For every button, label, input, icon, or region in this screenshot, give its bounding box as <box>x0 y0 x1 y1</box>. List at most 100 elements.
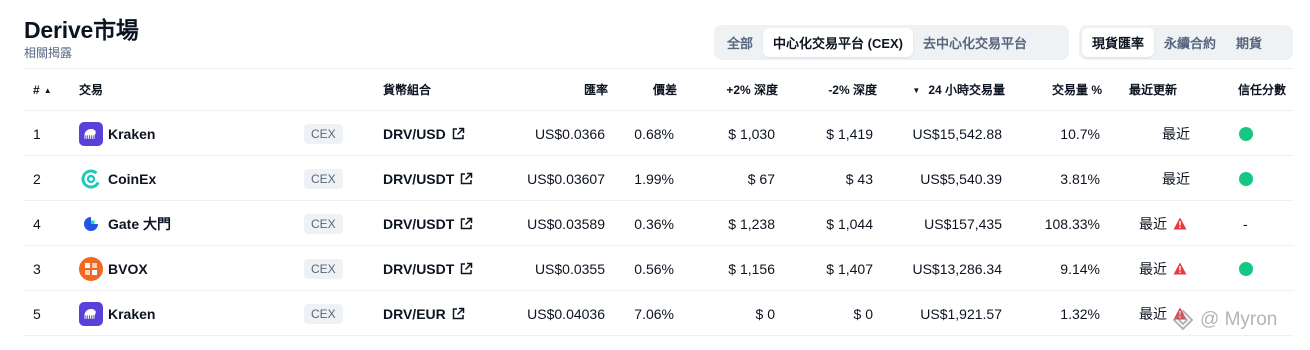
exchange-cell[interactable]: Gate 大門 <box>79 201 171 246</box>
spread-cell: 7.06% <box>634 305 674 322</box>
exchange-cell[interactable]: Kraken <box>79 111 155 156</box>
updated-cell: 最近 <box>1162 125 1190 142</box>
trust-score <box>1239 246 1253 291</box>
pair-link[interactable]: DRV/EUR <box>383 291 465 336</box>
coinex-logo-icon <box>79 167 103 191</box>
pair-link[interactable]: DRV/USDT <box>383 246 473 291</box>
trust-score: - <box>1243 201 1248 246</box>
external-link-icon <box>459 262 473 276</box>
tab-perpetual[interactable]: 永續合約 <box>1154 28 1226 57</box>
col-depth-minus-header[interactable]: -2% 深度 <box>800 82 877 98</box>
external-link-icon <box>451 307 465 321</box>
table-row[interactable]: 4 Gate 大門 CEX DRV/USDT US$0.03589 0.36% … <box>0 201 1310 246</box>
exchange-name: Kraken <box>108 305 156 322</box>
depth-plus-cell: $ 0 <box>755 305 775 322</box>
rank-cell: 4 <box>33 215 41 232</box>
watermark-logo-icon <box>1172 309 1194 331</box>
depth-plus-cell: $ 1,030 <box>728 125 775 142</box>
depth-minus-cell: $ 1,044 <box>826 215 873 232</box>
rank-cell: 1 <box>33 125 41 142</box>
exchange-type: CEX <box>304 291 343 336</box>
table-row[interactable]: 3 BVOX CEX DRV/USDT US$0.0355 0.56% $ 1,… <box>0 246 1310 291</box>
tab-cex[interactable]: 中心化交易平台 (CEX) <box>763 28 914 57</box>
updated-cell: 最近 <box>1139 201 1187 246</box>
warning-icon[interactable] <box>1173 217 1187 230</box>
exchange-cell[interactable]: Kraken <box>79 291 155 336</box>
exchange-name: Gate 大門 <box>108 215 172 232</box>
volume-cell: US$1,921.57 <box>920 305 1002 322</box>
sort-down-icon: ▼ <box>912 86 921 95</box>
exchange-cell[interactable]: BVOX <box>79 246 148 291</box>
trust-dash: - <box>1243 215 1248 232</box>
exchange-name: CoinEx <box>108 170 157 187</box>
pair-link[interactable]: DRV/USDT <box>383 156 473 201</box>
tab-dex[interactable]: 去中心化交易平台 <box>913 28 1037 57</box>
rank-cell: 5 <box>33 305 41 322</box>
cex-badge: CEX <box>304 303 343 324</box>
trust-green-dot <box>1239 261 1253 276</box>
kraken-logo-icon <box>79 121 103 146</box>
table-row[interactable]: 1 Kraken CEX DRV/USD US$0.0366 0.68% $ 1… <box>0 111 1310 156</box>
divider <box>24 335 1294 336</box>
depth-minus-cell: $ 43 <box>845 170 873 187</box>
exchange-type: CEX <box>304 246 343 291</box>
watermark-text: @ Myron <box>1200 309 1278 330</box>
exchange-cell[interactable]: CoinEx <box>79 156 156 201</box>
col-pair-header[interactable]: 貨幣組合 <box>383 82 431 98</box>
market-type-tabs: 現貨匯率 永續合約 期貨 <box>1079 25 1293 60</box>
sort-up-icon: ▲ <box>43 86 52 95</box>
depth-minus-cell: $ 1,407 <box>826 260 873 277</box>
page-title: Derive市場 <box>24 17 139 43</box>
spread-cell: 1.99% <box>634 170 674 187</box>
volume-pct-cell: 3.81% <box>1060 170 1100 187</box>
col-trust-header[interactable]: 信任分數 <box>1238 82 1286 98</box>
trust-score <box>1239 156 1253 201</box>
depth-plus-cell: $ 67 <box>747 170 775 187</box>
col-depth-plus-header[interactable]: +2% 深度 <box>700 82 778 98</box>
volume-cell: US$5,540.39 <box>920 170 1002 187</box>
volume-pct-cell: 10.7% <box>1060 125 1100 142</box>
external-link-icon <box>459 172 473 186</box>
external-link-icon <box>459 217 473 231</box>
exchange-type: CEX <box>304 201 343 246</box>
spread-cell: 0.36% <box>634 215 674 232</box>
tab-all[interactable]: 全部 <box>717 28 763 57</box>
col-rank-header[interactable]: # ▲ <box>33 82 52 99</box>
spread-cell: 0.56% <box>634 260 674 277</box>
updated-cell: 最近 <box>1162 170 1190 187</box>
pair-link[interactable]: DRV/USDT <box>383 201 473 246</box>
volume-pct-cell: 9.14% <box>1060 260 1100 277</box>
exchange-type: CEX <box>304 111 343 156</box>
cex-badge: CEX <box>304 258 343 279</box>
external-link-icon <box>451 127 465 141</box>
price-cell: US$0.0366 <box>534 125 605 142</box>
depth-plus-cell: $ 1,156 <box>728 260 775 277</box>
volume-cell: US$15,542.88 <box>912 125 1002 142</box>
depth-minus-cell: $ 0 <box>853 305 873 322</box>
table-row[interactable]: 5 Kraken CEX DRV/EUR US$0.04036 7.06% $ … <box>0 291 1310 336</box>
table-row[interactable]: 2 CoinEx CEX DRV/USDT US$0.03607 1.99% $… <box>0 156 1310 201</box>
cex-badge: CEX <box>304 213 343 234</box>
col-volume-header[interactable]: ▼ 24 小時交易量 <box>890 82 1005 99</box>
disclosure-link[interactable]: 相關揭露 <box>24 44 72 61</box>
col-exchange-header[interactable]: 交易 <box>79 82 103 98</box>
warning-icon[interactable] <box>1173 262 1187 275</box>
volume-pct-cell: 1.32% <box>1060 305 1100 322</box>
bvox-logo-icon <box>79 256 103 281</box>
exchange-type: CEX <box>304 156 343 201</box>
volume-cell: US$157,435 <box>924 215 1002 232</box>
tab-spot[interactable]: 現貨匯率 <box>1082 28 1155 57</box>
rank-cell: 2 <box>33 170 41 187</box>
col-updated-header[interactable]: 最近更新 <box>1129 82 1177 98</box>
cex-badge: CEX <box>304 168 343 189</box>
pair-link[interactable]: DRV/USD <box>383 111 465 156</box>
volume-pct-cell: 108.33% <box>1044 215 1100 232</box>
col-price-header[interactable]: 匯率 <box>560 82 608 98</box>
depth-minus-cell: $ 1,419 <box>826 125 873 142</box>
col-volume-pct-header[interactable]: 交易量 % <box>1030 82 1102 98</box>
col-spread-header[interactable]: 價差 <box>630 82 677 98</box>
spread-cell: 0.68% <box>634 125 674 142</box>
tab-futures[interactable]: 期貨 <box>1226 28 1272 57</box>
price-cell: US$0.04036 <box>527 305 605 322</box>
price-cell: US$0.03589 <box>527 215 605 232</box>
